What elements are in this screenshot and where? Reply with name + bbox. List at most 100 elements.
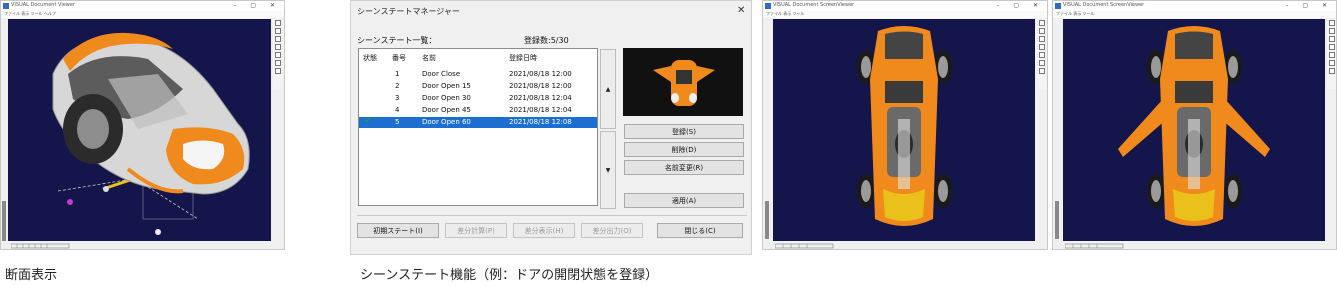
apply-button[interactable]: 適用(A) <box>624 193 744 208</box>
app-icon <box>1055 3 1061 9</box>
zoom-tool-icon[interactable] <box>274 44 281 50</box>
section-tool-icon[interactable] <box>274 60 281 66</box>
section-viewer-window: VISUAL Document Viewer – ▢ ✕ ファイル 表示 ツール… <box>0 0 285 250</box>
diff-output-button[interactable]: 差分出力(O) <box>581 223 643 238</box>
diff-show-button[interactable]: 差分表示(H) <box>513 223 575 238</box>
scene-state-list[interactable]: 状態 番号 名前 登録日時 1 Door Close 2021/08/18 12:0… <box>358 48 598 206</box>
timeline-ruler[interactable] <box>1065 243 1125 250</box>
rotate-tool-icon[interactable] <box>1038 28 1045 34</box>
left-slider[interactable] <box>2 201 6 241</box>
pan-tool-icon[interactable] <box>274 36 281 42</box>
select-tool-icon[interactable] <box>274 20 281 26</box>
select-tool-icon[interactable] <box>1038 20 1045 26</box>
preview-image <box>653 60 715 106</box>
row-date: 2021/08/18 12:08 <box>509 118 572 126</box>
zoom-tool-icon[interactable] <box>1328 44 1335 50</box>
left-slider[interactable] <box>765 201 769 239</box>
zoom-tool-icon[interactable] <box>1038 44 1045 50</box>
table-row[interactable]: 2 Door Open 15 2021/08/18 12:00 <box>359 81 597 92</box>
measure-tool-icon[interactable] <box>274 68 281 74</box>
register-button[interactable]: 登録(S) <box>624 124 744 139</box>
door-closed-viewer-window: VISUAL Document ScreenViewer – ▢ ✕ ファイル … <box>762 0 1048 250</box>
app-icon <box>765 3 771 9</box>
viewer-statusbar <box>1053 242 1336 249</box>
rotate-tool-icon[interactable] <box>274 28 281 34</box>
scroll-down-button[interactable]: ▼ <box>600 131 616 209</box>
viewer-title: VISUAL Document Viewer <box>11 2 76 8</box>
select-tool-icon[interactable] <box>1328 20 1335 26</box>
scroll-up-icon: ▲ <box>605 85 611 93</box>
3d-viewport[interactable] <box>8 19 271 241</box>
column-header-state: 状態 <box>363 54 377 62</box>
timeline-ruler[interactable] <box>775 243 835 250</box>
list-title: シーンステート一覧： <box>357 36 437 45</box>
row-name: Door Open 30 <box>422 94 471 102</box>
scroll-down-icon: ▼ <box>605 166 611 174</box>
car-section-view <box>52 32 250 235</box>
table-row[interactable]: ✔ 5 Door Open 60 2021/08/18 12:08 <box>359 116 597 128</box>
row-number: 3 <box>395 94 400 102</box>
viewer-title: VISUAL Document ScreenViewer <box>773 2 855 8</box>
row-number: 5 <box>395 118 400 126</box>
caption-scene-state: シーンステート機能（例：ドアの開閉状態を登録） <box>360 268 659 283</box>
row-date: 2021/08/18 12:00 <box>509 82 572 90</box>
column-header-date: 登録日時 <box>509 54 537 62</box>
viewer-toolbar <box>1037 19 1046 89</box>
window-controls[interactable]: – ▢ ✕ <box>996 2 1044 9</box>
table-row[interactable]: 3 Door Open 30 2021/08/18 12:04 <box>359 93 597 104</box>
row-name: Door Close <box>422 70 461 78</box>
checkmark-icon[interactable]: ✔ <box>364 116 372 126</box>
row-name: Door Open 45 <box>422 106 471 114</box>
row-date: 2021/08/18 12:04 <box>509 94 572 102</box>
viewer-statusbar <box>763 242 1047 249</box>
fit-tool-icon[interactable] <box>274 52 281 58</box>
viewer-menubar[interactable]: ファイル 表示 ツール <box>1053 11 1336 18</box>
row-name: Door Open 60 <box>422 118 471 126</box>
section-tool-icon[interactable] <box>1038 60 1045 66</box>
row-number: 2 <box>395 82 400 90</box>
fit-tool-icon[interactable] <box>1328 52 1335 58</box>
pan-tool-icon[interactable] <box>1038 36 1045 42</box>
state-preview <box>623 48 743 116</box>
viewer-menubar[interactable]: ファイル 表示 ツール <box>763 11 1047 18</box>
door-open-viewer-window: VISUAL Document ScreenViewer – ▢ ✕ ファイル … <box>1052 0 1337 250</box>
timeline-ruler[interactable] <box>11 243 71 250</box>
initial-state-button[interactable]: 初期ステート(I) <box>357 223 439 238</box>
delete-button[interactable]: 削除(D) <box>624 142 744 157</box>
window-controls[interactable]: – ▢ ✕ <box>1285 2 1333 9</box>
measure-tool-icon[interactable] <box>1038 68 1045 74</box>
table-row[interactable]: 4 Door Open 45 2021/08/18 12:04 <box>359 105 597 116</box>
car-top-view-closed <box>857 26 952 226</box>
column-header-name: 名前 <box>422 54 436 62</box>
table-row[interactable]: 1 Door Close 2021/08/18 12:00 <box>359 69 597 80</box>
window-controls[interactable]: – ▢ ✕ <box>233 2 281 9</box>
close-icon[interactable]: ✕ <box>737 5 745 16</box>
app-icon <box>3 3 9 9</box>
caption-section-view: 断面表示 <box>5 268 58 283</box>
dialog-separator <box>357 215 747 216</box>
row-number: 1 <box>395 70 400 78</box>
3d-viewport[interactable] <box>773 19 1035 241</box>
viewer-toolbar <box>273 19 282 89</box>
section-tool-icon[interactable] <box>1328 60 1335 66</box>
pan-tool-icon[interactable] <box>1328 36 1335 42</box>
dialog-title: シーンステートマネージャー <box>357 7 460 16</box>
left-slider[interactable] <box>1055 201 1059 239</box>
viewer-title: VISUAL Document ScreenViewer <box>1063 2 1145 8</box>
scroll-up-button[interactable]: ▲ <box>600 49 616 129</box>
fit-tool-icon[interactable] <box>1038 52 1045 58</box>
viewer-menubar[interactable]: ファイル 表示 ツール ヘルプ <box>1 11 284 18</box>
measure-tool-icon[interactable] <box>1328 68 1335 74</box>
rotate-tool-icon[interactable] <box>1328 28 1335 34</box>
close-button[interactable]: 閉じる(C) <box>657 223 743 238</box>
car-top-view-open <box>1118 26 1270 226</box>
registered-count-value: 5/30 <box>550 36 569 45</box>
viewer-statusbar <box>1 242 284 249</box>
diff-calc-button[interactable]: 差分計算(P) <box>445 223 507 238</box>
column-header-number: 番号 <box>392 54 406 62</box>
registered-count: 登録数:5/30 <box>524 36 569 45</box>
registered-count-label: 登録数 <box>524 36 548 45</box>
rename-button[interactable]: 名前変更(R) <box>624 160 744 175</box>
3d-viewport[interactable] <box>1063 19 1325 241</box>
row-name: Door Open 15 <box>422 82 471 90</box>
